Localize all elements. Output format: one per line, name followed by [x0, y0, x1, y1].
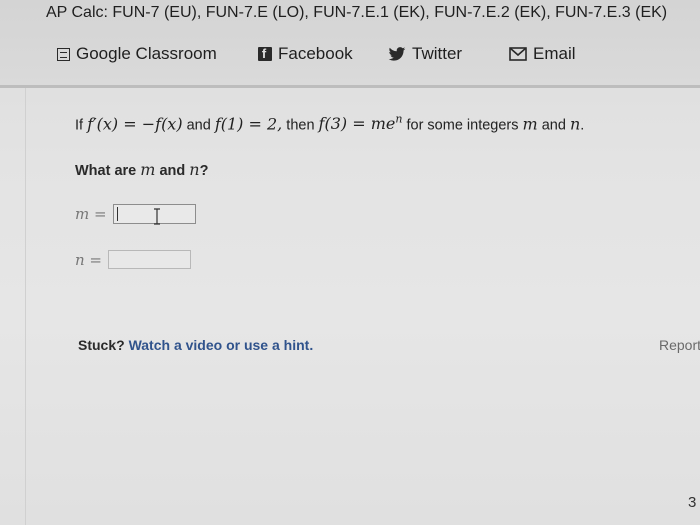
n-label: n =: [75, 250, 102, 269]
question-text: If f′(x) = −f(x) and f(1) = 2, then f(3)…: [75, 113, 585, 134]
page-number: 3: [688, 494, 697, 511]
m-input[interactable]: [112, 204, 196, 225]
question-prompt: What are m and n?: [75, 160, 209, 179]
facebook-label: Facebook: [278, 44, 353, 63]
m-label: m =: [75, 205, 107, 223]
email-icon: [509, 47, 527, 61]
equation-initial: f(1) = 2,: [214, 114, 283, 134]
email-label: Email: [533, 44, 576, 63]
twitter-label: Twitter: [412, 44, 463, 63]
var-n: n: [569, 114, 581, 134]
content-edge: [25, 88, 26, 525]
equation-result: f(3) = men: [318, 113, 403, 134]
answer-row-n: n =: [75, 250, 191, 269]
answer-row-m: m =: [75, 204, 196, 225]
email-button[interactable]: Email: [509, 44, 576, 64]
header-divider: [0, 85, 700, 88]
facebook-icon: f: [258, 47, 272, 61]
facebook-button[interactable]: f Facebook: [258, 44, 353, 64]
google-classroom-label: Google Classroom: [76, 44, 217, 63]
google-classroom-button[interactable]: Google Classroom: [57, 44, 217, 64]
help-text: Stuck? Watch a video or use a hint.: [78, 337, 314, 353]
ibeam-cursor-icon: [153, 208, 160, 225]
google-classroom-icon: [57, 47, 70, 61]
n-input[interactable]: [108, 250, 191, 269]
page-title: AP Calc: FUN-7 (EU), FUN-7.E (LO), FUN-7…: [46, 4, 668, 21]
equation-derivative: f′(x) = −f(x): [87, 114, 183, 134]
text-caret: [116, 207, 119, 221]
share-bar: Google Classroom f Facebook Twitter Emai…: [0, 44, 700, 70]
report-link[interactable]: Report: [659, 337, 700, 353]
twitter-icon: [388, 46, 406, 62]
twitter-button[interactable]: Twitter: [388, 44, 462, 64]
var-m: m: [522, 114, 538, 134]
page-header: AP Calc: FUN-7 (EU), FUN-7.E (LO), FUN-7…: [0, 0, 700, 88]
hint-link[interactable]: Watch a video or use a hint.: [129, 337, 314, 353]
